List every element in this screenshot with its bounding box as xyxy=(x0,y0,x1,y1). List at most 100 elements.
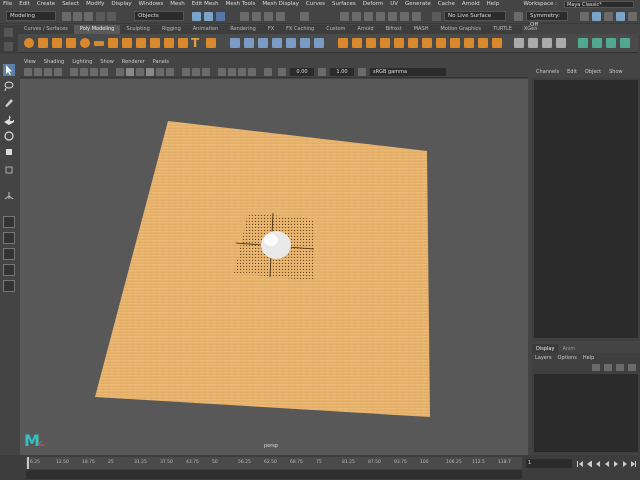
poly-torus-icon[interactable] xyxy=(80,38,90,48)
wireframe-icon[interactable] xyxy=(116,68,124,76)
layer-move-up-icon[interactable] xyxy=(592,364,600,371)
scale-tool-icon[interactable] xyxy=(3,146,15,158)
arnold-render-view-icon[interactable] xyxy=(400,12,409,21)
rotate-tool-icon[interactable] xyxy=(3,130,15,142)
tab-anim-layers[interactable]: Anim xyxy=(558,344,579,353)
textured-icon[interactable] xyxy=(146,68,154,76)
retopologize-icon[interactable] xyxy=(314,38,324,48)
snap-curve-icon[interactable] xyxy=(252,12,261,21)
new-layer-icon[interactable] xyxy=(616,364,624,371)
open-scene-icon[interactable] xyxy=(73,12,82,21)
menu-generate[interactable]: Generate xyxy=(402,1,435,7)
go-to-start-icon[interactable] xyxy=(577,461,583,467)
tab-bifrost[interactable]: Bifrost xyxy=(380,25,408,34)
panel-menu-lighting[interactable]: Lighting xyxy=(68,58,96,67)
current-frame-field[interactable]: 1 xyxy=(526,459,572,468)
depth-of-field-icon[interactable] xyxy=(248,68,256,76)
lasso-tool-icon[interactable] xyxy=(3,80,15,92)
quad-draw-icon[interactable] xyxy=(556,38,566,48)
single-perspective-layout-icon[interactable] xyxy=(3,216,15,228)
new-scene-icon[interactable] xyxy=(62,12,71,21)
wireframe-on-shaded-icon[interactable] xyxy=(136,68,144,76)
tab-sculpting[interactable]: Sculpting xyxy=(120,25,155,34)
separate-icon[interactable] xyxy=(244,38,254,48)
color-management-icon[interactable] xyxy=(358,68,366,76)
persp-outliner-layout-icon[interactable] xyxy=(3,248,15,260)
panel-menu-renderer[interactable]: Renderer xyxy=(118,58,149,67)
step-back-frame-icon[interactable] xyxy=(596,461,600,467)
panel-menu-view[interactable]: View xyxy=(20,58,40,67)
exposure-icon[interactable] xyxy=(278,68,286,76)
move-tool-icon[interactable] xyxy=(3,114,15,126)
select-camera-icon[interactable] xyxy=(24,68,32,76)
menu-arnold[interactable]: Arnold xyxy=(459,1,484,7)
film-gate-icon[interactable] xyxy=(80,68,88,76)
tab-curves-surfaces[interactable]: Curves / Surfaces xyxy=(18,25,74,34)
collapse-icon[interactable] xyxy=(450,38,460,48)
show-hide-toolbox-icon[interactable] xyxy=(580,12,589,21)
channel-menu-channels[interactable]: Channels xyxy=(532,69,563,75)
channel-box-toggle-icon[interactable] xyxy=(616,12,625,21)
render-view-icon[interactable] xyxy=(340,12,349,21)
outliner-layout-icon[interactable] xyxy=(3,280,15,292)
poly-cone-icon[interactable] xyxy=(66,38,76,48)
poly-plane-icon[interactable] xyxy=(94,41,104,46)
unfold-uv-icon[interactable] xyxy=(620,38,630,48)
anti-aliasing-icon[interactable] xyxy=(238,68,246,76)
menu-file[interactable]: File xyxy=(0,1,16,7)
channel-menu-show[interactable]: Show xyxy=(605,69,627,75)
ambient-occlusion-icon[interactable] xyxy=(218,68,226,76)
tab-turtle[interactable]: TURTLE xyxy=(487,25,518,34)
poly-type-icon[interactable]: T xyxy=(191,36,203,50)
construction-history-icon[interactable] xyxy=(300,12,309,21)
layer-menu-layers[interactable]: Layers xyxy=(532,353,555,362)
resolution-gate-icon[interactable] xyxy=(90,68,98,76)
snap-plane-icon[interactable] xyxy=(276,12,285,21)
snap-point-icon[interactable] xyxy=(264,12,273,21)
image-plane-icon[interactable] xyxy=(54,68,62,76)
extrude-icon[interactable] xyxy=(338,38,348,48)
ipr-render-icon[interactable] xyxy=(364,12,373,21)
step-back-key-icon[interactable] xyxy=(587,461,592,467)
platonic-solid-icon[interactable] xyxy=(122,38,132,48)
shelf-editor-icon[interactable] xyxy=(4,28,13,37)
tab-rendering[interactable]: Rendering xyxy=(224,25,262,34)
shadows-icon[interactable] xyxy=(166,68,174,76)
last-tool-icon[interactable] xyxy=(3,164,15,176)
four-view-layout-icon[interactable] xyxy=(3,232,15,244)
shelf-menu-icon[interactable] xyxy=(4,42,13,51)
tab-fx-caching[interactable]: FX Caching xyxy=(280,25,320,34)
uv-editor-icon[interactable] xyxy=(606,38,616,48)
tab-poly-modeling[interactable]: Poly Modeling xyxy=(73,25,121,34)
poly-pyramid-icon[interactable] xyxy=(136,38,146,48)
menu-surfaces[interactable]: Surfaces xyxy=(329,1,360,7)
gamma-icon[interactable] xyxy=(318,68,326,76)
tab-rigging[interactable]: Rigging xyxy=(156,25,187,34)
render-frame-icon[interactable] xyxy=(352,12,361,21)
select-object-icon[interactable] xyxy=(204,12,213,21)
view-transform-dropdown[interactable]: sRGB gamma xyxy=(370,68,446,76)
tab-animation[interactable]: Animation xyxy=(187,25,225,34)
play-backwards-icon[interactable] xyxy=(605,461,609,467)
select-tool-icon[interactable] xyxy=(3,64,15,76)
menu-mesh-display[interactable]: Mesh Display xyxy=(259,1,303,7)
merge-icon[interactable] xyxy=(464,38,474,48)
time-ruler[interactable]: 6.25 12.50 18.75 25 31.25 37.50 43.75 50… xyxy=(26,457,522,469)
use-all-lights-icon[interactable] xyxy=(156,68,164,76)
layer-move-down-icon[interactable] xyxy=(604,364,612,371)
poly-cylinder-icon[interactable] xyxy=(52,38,62,48)
bevel-icon[interactable] xyxy=(352,38,362,48)
live-surface-dropdown[interactable]: No Live Surface xyxy=(444,11,506,21)
append-polygon-icon[interactable] xyxy=(394,38,404,48)
panel-menu-panels[interactable]: Panels xyxy=(149,58,173,67)
selection-mode-dropdown[interactable]: Objects xyxy=(134,11,184,21)
menu-windows[interactable]: Windows xyxy=(136,1,168,7)
symmetry-dropdown[interactable]: Symmetry: Off xyxy=(526,11,568,28)
menu-curves[interactable]: Curves xyxy=(303,1,329,7)
combine-icon[interactable] xyxy=(230,38,240,48)
poly-pipe-icon[interactable] xyxy=(164,38,174,48)
menu-deform[interactable]: Deform xyxy=(360,1,387,7)
chamfer-icon[interactable] xyxy=(492,38,502,48)
range-slider[interactable] xyxy=(26,470,522,479)
tab-xgen[interactable]: XGen xyxy=(518,25,544,34)
